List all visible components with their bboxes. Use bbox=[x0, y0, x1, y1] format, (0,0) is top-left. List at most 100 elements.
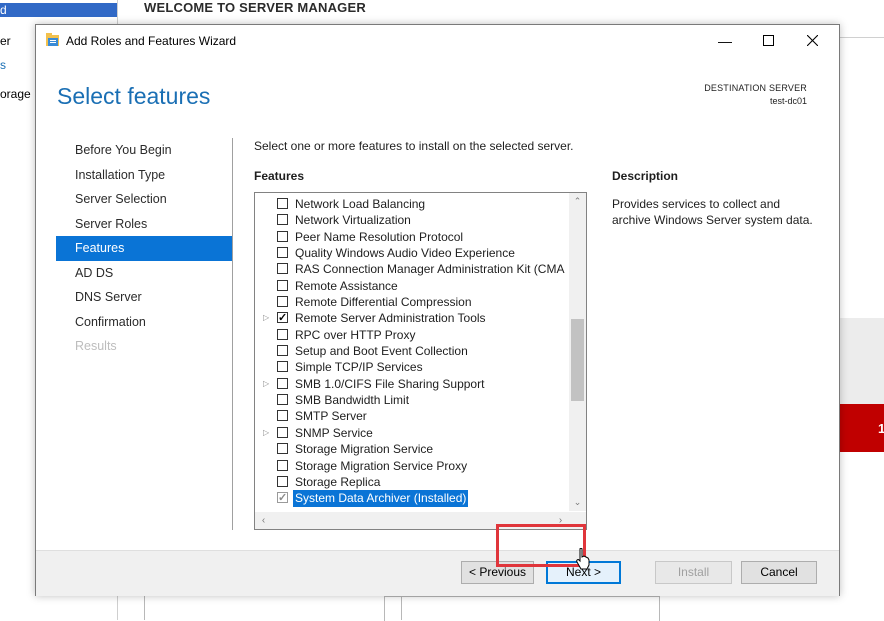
feature-checkbox[interactable] bbox=[277, 361, 288, 373]
feature-label: Setup and Boot Event Collection bbox=[295, 344, 468, 359]
feature-checkbox[interactable] bbox=[277, 459, 288, 471]
sidebar-item-storage[interactable]: orage bbox=[0, 87, 31, 101]
wizard-app-icon bbox=[46, 33, 59, 46]
mouse-pointer-icon bbox=[576, 548, 590, 570]
features-header: Features bbox=[254, 169, 305, 183]
feature-label: Network Virtualization bbox=[295, 213, 411, 228]
description-text: Provides services to collect and archive… bbox=[612, 197, 813, 227]
features-list[interactable]: Network Load Balancing Network Virtualiza… bbox=[254, 192, 587, 530]
feature-checkbox[interactable] bbox=[277, 328, 288, 340]
background-tile bbox=[838, 318, 884, 404]
previous-button[interactable]: < Previous bbox=[461, 561, 534, 584]
scroll-down-arrow-icon[interactable]: ⌄ bbox=[569, 494, 586, 511]
feature-row[interactable]: Storage Replica bbox=[255, 474, 569, 490]
steps-divider bbox=[232, 138, 233, 530]
feature-label: SMB Bandwidth Limit bbox=[295, 393, 410, 408]
feature-checkbox[interactable] bbox=[277, 263, 288, 275]
feature-checkbox[interactable] bbox=[277, 345, 288, 357]
feature-row[interactable]: Network Virtualization bbox=[255, 212, 569, 228]
feature-label: RAS Connection Manager Administration Ki… bbox=[295, 262, 565, 277]
scroll-right-arrow-icon[interactable]: › bbox=[552, 512, 569, 529]
sidebar-item-all-servers[interactable]: s bbox=[0, 58, 6, 72]
feature-row[interactable]: RPC over HTTP Proxy bbox=[255, 327, 569, 343]
step-before-you-begin[interactable]: Before You Begin bbox=[56, 138, 232, 163]
feature-row[interactable]: ▷ SMB 1.0/CIFS File Sharing Support bbox=[255, 376, 569, 392]
feature-checkbox[interactable] bbox=[277, 443, 288, 455]
feature-row[interactable]: Storage Migration Service bbox=[255, 441, 569, 457]
expand-arrow-icon[interactable]: ▷ bbox=[263, 376, 271, 392]
feature-checkbox[interactable] bbox=[277, 377, 288, 389]
alert-tile[interactable]: 1 bbox=[838, 404, 884, 452]
feature-label: SNMP Service bbox=[295, 425, 373, 440]
feature-checkbox[interactable] bbox=[277, 310, 288, 327]
feature-row[interactable]: Quality Windows Audio Video Experience bbox=[255, 245, 569, 261]
scroll-up-arrow-icon[interactable]: ⌃ bbox=[569, 193, 586, 210]
step-server-selection[interactable]: Server Selection bbox=[56, 187, 232, 212]
add-roles-features-wizard: Add Roles and Features Wizard — Select f… bbox=[35, 24, 840, 596]
feature-label: RPC over HTTP Proxy bbox=[295, 327, 416, 342]
feature-checkbox[interactable] bbox=[277, 410, 288, 422]
wizard-footer: < Previous Next > Install Cancel bbox=[36, 550, 839, 596]
feature-row[interactable]: ▷ Remote Server Administration Tools bbox=[255, 310, 569, 326]
feature-checkbox bbox=[277, 490, 288, 507]
feature-checkbox[interactable] bbox=[277, 475, 288, 487]
feature-row[interactable]: Network Load Balancing bbox=[255, 196, 569, 212]
scrollbar-thumb[interactable] bbox=[571, 319, 584, 401]
feature-row[interactable]: SMB Bandwidth Limit bbox=[255, 392, 569, 408]
cancel-button[interactable]: Cancel bbox=[741, 561, 817, 584]
step-features[interactable]: Features bbox=[56, 236, 232, 261]
step-dns-server[interactable]: DNS Server bbox=[56, 285, 232, 310]
scroll-left-arrow-icon[interactable]: ‹ bbox=[255, 512, 272, 529]
features-list-items: Network Load Balancing Network Virtualiza… bbox=[255, 196, 569, 507]
expand-arrow-icon[interactable]: ▷ bbox=[263, 425, 271, 441]
feature-label: Quality Windows Audio Video Experience bbox=[295, 246, 515, 261]
background-divider bbox=[401, 595, 402, 620]
minimize-button[interactable]: — bbox=[702, 25, 748, 56]
step-ad-ds[interactable]: AD DS bbox=[56, 261, 232, 286]
step-results: Results bbox=[75, 339, 117, 353]
feature-row[interactable]: Peer Name Resolution Protocol bbox=[255, 229, 569, 245]
feature-label: Network Load Balancing bbox=[295, 197, 426, 211]
step-confirmation[interactable]: Confirmation bbox=[56, 310, 232, 335]
feature-label: Remote Assistance bbox=[295, 278, 398, 293]
minimize-icon: — bbox=[718, 32, 732, 49]
feature-checkbox[interactable] bbox=[277, 279, 288, 291]
feature-label: Remote Differential Compression bbox=[295, 295, 472, 310]
feature-row[interactable]: Remote Differential Compression bbox=[255, 294, 569, 310]
instruction-text: Select one or more features to install o… bbox=[254, 139, 574, 153]
step-installation-type[interactable]: Installation Type bbox=[56, 163, 232, 188]
welcome-header: WELCOME TO SERVER MANAGER bbox=[144, 0, 366, 15]
feature-row[interactable]: System Data Archiver (Installed) bbox=[255, 490, 569, 507]
sidebar-item-dashboard[interactable]: d bbox=[0, 3, 117, 17]
feature-row[interactable]: Remote Assistance bbox=[255, 278, 569, 294]
feature-label: SMTP Server bbox=[295, 409, 367, 424]
feature-checkbox[interactable] bbox=[277, 296, 288, 308]
feature-checkbox[interactable] bbox=[277, 247, 288, 259]
expand-arrow-icon[interactable]: ▷ bbox=[263, 310, 271, 326]
feature-label: SMB 1.0/CIFS File Sharing Support bbox=[295, 376, 485, 391]
maximize-button[interactable] bbox=[745, 25, 791, 56]
feature-checkbox[interactable] bbox=[277, 198, 288, 209]
maximize-icon bbox=[762, 35, 774, 46]
sidebar-item-local-server[interactable]: er bbox=[0, 34, 11, 48]
feature-label: Peer Name Resolution Protocol bbox=[295, 229, 464, 244]
feature-checkbox[interactable] bbox=[277, 230, 288, 242]
feature-checkbox[interactable] bbox=[277, 214, 288, 226]
vertical-scrollbar[interactable]: ⌃ ⌄ bbox=[569, 193, 586, 511]
feature-checkbox[interactable] bbox=[277, 394, 288, 406]
close-button[interactable] bbox=[789, 25, 835, 56]
feature-row[interactable]: Storage Migration Service Proxy bbox=[255, 458, 569, 474]
title-bar[interactable]: Add Roles and Features Wizard — bbox=[36, 25, 839, 56]
feature-row[interactable]: ▷ SNMP Service bbox=[255, 425, 569, 441]
feature-row[interactable]: Simple TCP/IP Services bbox=[255, 359, 569, 375]
feature-label: Storage Migration Service bbox=[295, 442, 434, 457]
destination-server-label: DESTINATION SERVER bbox=[704, 83, 807, 93]
step-server-roles[interactable]: Server Roles bbox=[56, 212, 232, 237]
feature-row[interactable]: RAS Connection Manager Administration Ki… bbox=[255, 261, 569, 277]
feature-label: Simple TCP/IP Services bbox=[295, 360, 423, 375]
feature-checkbox[interactable] bbox=[277, 426, 288, 438]
feature-row[interactable]: Setup and Boot Event Collection bbox=[255, 343, 569, 359]
window-title: Add Roles and Features Wizard bbox=[66, 34, 237, 48]
feature-row[interactable]: SMTP Server bbox=[255, 408, 569, 424]
horizontal-scrollbar[interactable]: ‹ › bbox=[255, 512, 569, 529]
